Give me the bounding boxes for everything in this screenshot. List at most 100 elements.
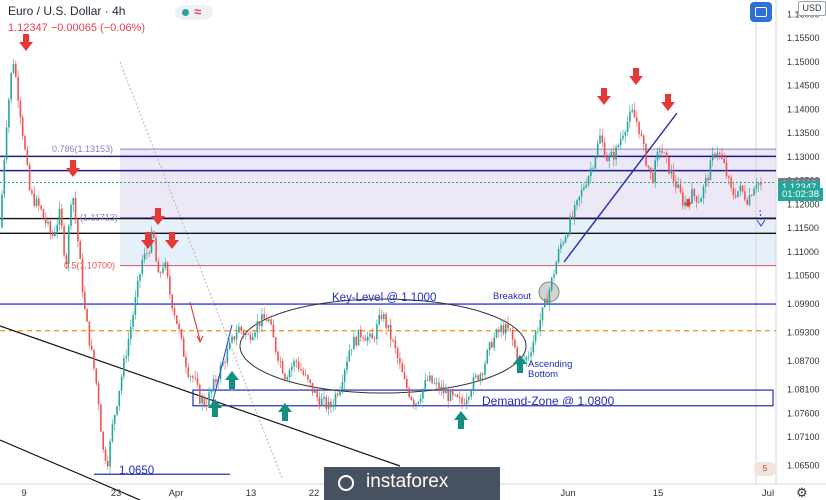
candle-body bbox=[79, 241, 81, 259]
candle-body bbox=[532, 341, 535, 353]
candle-bear bbox=[240, 325, 242, 335]
candles-group bbox=[1, 58, 762, 474]
candle-body bbox=[153, 231, 155, 238]
candle-body bbox=[456, 394, 459, 398]
candle-body bbox=[721, 153, 723, 159]
candle-body bbox=[440, 386, 443, 391]
candle-body bbox=[125, 356, 127, 359]
candle-body bbox=[212, 379, 215, 390]
candle-body bbox=[291, 366, 293, 371]
candle-bull bbox=[553, 269, 555, 282]
candle-body bbox=[751, 195, 753, 197]
x-tick-label: Jul bbox=[762, 488, 774, 499]
arrow-head bbox=[597, 96, 611, 105]
candle-body bbox=[695, 196, 698, 203]
candle-bear bbox=[389, 318, 392, 348]
candle-body bbox=[615, 147, 617, 160]
down-arrow-icon bbox=[597, 88, 611, 105]
candle-body bbox=[527, 356, 530, 358]
candle-body bbox=[700, 198, 702, 202]
candle-body bbox=[343, 369, 346, 382]
candle-body bbox=[132, 315, 134, 327]
candle-body bbox=[93, 349, 95, 369]
down-arrow-icon bbox=[661, 94, 675, 111]
candle-bear bbox=[178, 320, 180, 334]
candle-body bbox=[169, 276, 171, 295]
candle-body bbox=[281, 361, 284, 374]
candle-body bbox=[72, 198, 75, 205]
candle-bull bbox=[468, 395, 470, 405]
candle-body bbox=[661, 151, 663, 153]
candle-bear bbox=[42, 208, 45, 218]
candle-body bbox=[155, 237, 157, 262]
up-arrow-icon bbox=[513, 355, 527, 373]
candle-body bbox=[288, 370, 291, 378]
candle-bear bbox=[431, 375, 433, 385]
candle-bull bbox=[8, 97, 10, 134]
candle-bull bbox=[47, 219, 49, 227]
candle-body bbox=[682, 192, 684, 206]
events-icon[interactable]: 5 bbox=[754, 462, 776, 476]
fib-label-1: (1.11713) bbox=[80, 213, 118, 223]
fib-lower-zone bbox=[120, 218, 776, 266]
status-pill[interactable]: ≈ bbox=[175, 4, 213, 20]
candle-body bbox=[21, 117, 24, 137]
candle-body bbox=[304, 374, 307, 376]
candle-bear bbox=[215, 374, 217, 387]
up-arrow-icon bbox=[454, 411, 468, 429]
candle-bull bbox=[353, 331, 355, 350]
candle-body bbox=[17, 76, 19, 101]
candle-body bbox=[58, 208, 61, 225]
candle-body bbox=[362, 337, 364, 339]
candle-body bbox=[88, 321, 91, 346]
candle-body bbox=[470, 390, 472, 397]
y-tick-label: 1.09900 bbox=[787, 299, 820, 309]
candle-bull bbox=[465, 393, 468, 410]
candle-body bbox=[327, 401, 330, 409]
fib-label-0: 0.786(1.13153) bbox=[52, 144, 113, 154]
candle-body bbox=[504, 323, 507, 334]
candle-bear bbox=[645, 142, 647, 167]
fullscreen-button[interactable] bbox=[750, 2, 772, 22]
candle-bull bbox=[136, 275, 139, 304]
candle-body bbox=[116, 406, 118, 416]
candle-bull bbox=[435, 377, 438, 390]
candle-body bbox=[585, 184, 587, 188]
candle-body bbox=[33, 193, 35, 206]
candle-bear bbox=[233, 336, 236, 343]
candle-bull bbox=[376, 319, 378, 345]
candle-bull bbox=[334, 391, 337, 410]
candle-body bbox=[123, 358, 125, 377]
candle-bear bbox=[100, 403, 102, 432]
candle-body bbox=[744, 191, 746, 200]
price-chart[interactable]: 0.786(1.13153) (1.11713) 0.5(1.10700) Key-L… bbox=[0, 0, 826, 500]
candle-bear bbox=[309, 379, 311, 386]
currency-label[interactable]: USD bbox=[798, 1, 826, 16]
candle-bear bbox=[491, 338, 493, 349]
candle-body bbox=[705, 177, 707, 187]
candle-bear bbox=[463, 398, 466, 406]
settings-gear-icon[interactable]: ⚙ bbox=[796, 485, 808, 500]
candle-body bbox=[571, 216, 574, 218]
candle-body bbox=[245, 333, 247, 336]
candle-bear bbox=[15, 60, 17, 79]
timeframe-label[interactable]: 4h bbox=[112, 4, 125, 18]
candle-body bbox=[104, 449, 107, 461]
candle-body bbox=[373, 338, 376, 340]
candle-body bbox=[514, 339, 516, 348]
candle-body bbox=[488, 342, 491, 351]
candle-body bbox=[445, 391, 447, 394]
candle-bull bbox=[449, 388, 452, 402]
candle-bear bbox=[481, 372, 484, 382]
candle-body bbox=[348, 350, 351, 362]
candle-body bbox=[173, 308, 176, 316]
candle-body bbox=[24, 136, 26, 150]
symbol-name: Euro / U.S. Dollar bbox=[8, 4, 102, 18]
candle-bull bbox=[111, 419, 114, 444]
low-1.0650-label: 1.0650 bbox=[119, 465, 154, 477]
down-arrow-icon bbox=[629, 68, 643, 85]
candle-bear bbox=[40, 204, 42, 211]
candle-body bbox=[143, 253, 146, 260]
candle-bull bbox=[10, 72, 12, 104]
candle-bull bbox=[109, 438, 111, 474]
